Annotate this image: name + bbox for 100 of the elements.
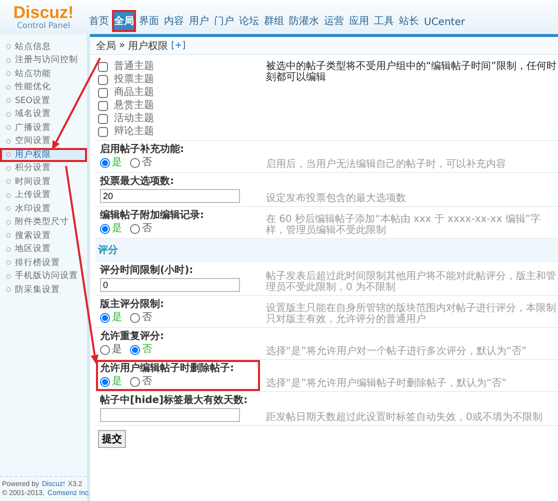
breadcrumb-item: 全局 xyxy=(96,40,116,52)
setting-title: 投票最大选项数: xyxy=(100,176,175,188)
setting-description: 在 60 秒后编辑帖子添加“本帖由 xxx 于 xxxx-xx-xx 编辑”字样，管理员编辑不受此限制 xyxy=(266,214,542,236)
sidebar-item[interactable]: 空间设置 xyxy=(0,134,87,148)
radio-button[interactable] xyxy=(100,313,110,323)
radio-option[interactable]: 否 xyxy=(130,312,152,324)
setting-description: 距发帖日期天数超过此设置时标签自动失效，0或不填为不限制 xyxy=(266,412,544,423)
checkbox-option[interactable]: 普通主题 xyxy=(98,61,258,73)
checkbox[interactable] xyxy=(98,75,108,85)
bullet-icon xyxy=(6,274,11,279)
input-field[interactable] xyxy=(100,408,240,422)
checkbox[interactable] xyxy=(98,114,108,124)
breadcrumb-item: 用户权限 xyxy=(128,40,168,52)
checkbox-option[interactable]: 投票主题 xyxy=(98,74,258,86)
input-field[interactable]: 20 xyxy=(100,189,240,203)
bullet-icon xyxy=(6,84,11,90)
sidebar-item[interactable]: 站点功能 xyxy=(0,67,87,80)
setting-title: 版主评分限制: xyxy=(100,299,165,311)
radio-option[interactable]: 否 xyxy=(130,157,152,169)
bullet-icon xyxy=(6,152,11,158)
bullet-icon xyxy=(6,138,11,144)
bullet-icon xyxy=(6,246,11,252)
sidebar-item[interactable]: 时间设置 xyxy=(0,175,87,188)
nav-tab[interactable]: UCenter xyxy=(422,13,467,32)
bullet-icon xyxy=(6,179,11,184)
bullet-icon xyxy=(6,58,11,63)
sidebar-item[interactable]: 注册与访问控制 xyxy=(0,54,87,67)
nav-tab[interactable]: 门户 xyxy=(212,10,236,32)
sidebar-item[interactable]: 广播设置 xyxy=(0,121,87,134)
bullet-icon xyxy=(6,233,11,238)
bullet-icon xyxy=(6,166,11,171)
checkbox-option[interactable]: 商品主题 xyxy=(98,87,258,99)
setting-description: 选择“是”将允许用户编辑帖子时删除帖子，默认为“否” xyxy=(266,378,508,389)
nav-tab[interactable]: 防灌水 xyxy=(287,10,321,32)
radio-button[interactable] xyxy=(130,224,140,234)
radio-option[interactable]: 否 xyxy=(130,376,152,388)
setting-description: 设置版主只能在自身所管辖的版块范围内对帖子进行评分，本限制只对版主有效，允许评分的普通用户 xyxy=(266,303,557,325)
radio-button[interactable] xyxy=(100,158,110,168)
sidebar-item[interactable]: 防采集设置 xyxy=(0,283,87,296)
radio-button[interactable] xyxy=(130,158,140,168)
checkbox[interactable] xyxy=(98,62,108,72)
radio-button[interactable] xyxy=(100,345,110,355)
sidebar-item[interactable]: SEO设置 xyxy=(0,94,87,108)
radio-button[interactable] xyxy=(130,377,140,387)
nav-tab[interactable]: 全局 xyxy=(112,10,136,32)
nav-tab[interactable]: 应用 xyxy=(347,10,371,32)
setting-description: 被选中的帖子类型将不受用户组中的“编辑帖子时间”限制，任何时刻都可以编辑 xyxy=(266,61,558,83)
setting-title: 启用帖子补充功能: xyxy=(100,144,185,156)
checkbox[interactable] xyxy=(98,101,108,111)
nav-tab[interactable]: 首页 xyxy=(87,10,111,32)
bullet-icon xyxy=(6,125,11,130)
radio-button[interactable] xyxy=(100,224,110,234)
nav-tab[interactable]: 工具 xyxy=(372,10,396,32)
nav-tab[interactable]: 内容 xyxy=(162,10,186,32)
radio-button[interactable] xyxy=(130,345,140,355)
sidebar-item[interactable]: 站点信息 xyxy=(0,40,87,54)
checkbox[interactable] xyxy=(98,127,108,137)
sidebar-item[interactable]: 手机版访问设置 xyxy=(0,270,87,283)
setting-description: 帖子发表后超过此时间限制其他用户将不能对此帖评分，版主和管理员不受此限制，0 为不限制 xyxy=(266,271,557,293)
checkbox[interactable] xyxy=(98,88,108,98)
sidebar-item[interactable]: 性能优化 xyxy=(0,80,87,94)
bullet-icon xyxy=(6,44,11,50)
submit-button[interactable]: 提交 xyxy=(98,430,126,448)
bullet-icon xyxy=(6,260,11,266)
nav-tab[interactable]: 运营 xyxy=(322,10,346,32)
input-field[interactable]: 0 xyxy=(100,278,240,292)
bullet-icon xyxy=(6,206,11,212)
setting-title: 允许重复评分: xyxy=(100,331,165,343)
checkbox-option[interactable]: 辩论主题 xyxy=(98,126,258,138)
radio-button[interactable] xyxy=(100,377,110,387)
setting-title: 编辑帖子附加编辑记录: xyxy=(100,210,205,222)
sidebar-item[interactable]: 上传设置 xyxy=(0,188,87,202)
nav-tab[interactable]: 用户 xyxy=(187,10,211,32)
section-header: 评分 xyxy=(95,239,558,262)
setting-description: 选择“是”将允许用户对一个帖子进行多次评分，默认为“否” xyxy=(266,346,528,357)
nav-tab[interactable]: 群组 xyxy=(262,10,286,32)
logo-title: Discuz! xyxy=(13,4,74,21)
radio-button[interactable] xyxy=(130,313,140,323)
nav-tab[interactable]: 界面 xyxy=(137,10,161,32)
add-link[interactable]: [+] xyxy=(171,40,186,50)
sidebar-item[interactable]: 地区设置 xyxy=(0,242,87,256)
radio-option[interactable]: 否 xyxy=(130,223,152,235)
bullet-icon xyxy=(6,192,11,198)
sidebar-item[interactable]: 排行榜设置 xyxy=(0,256,87,270)
checkbox-option[interactable]: 悬赏主题 xyxy=(98,100,258,112)
sidebar-item[interactable]: 附件类型尺寸 xyxy=(0,216,87,229)
sidebar-item[interactable]: 水印设置 xyxy=(0,202,87,216)
sidebar-item[interactable]: 用户权限 xyxy=(0,148,87,162)
sidebar-item[interactable]: 搜索设置 xyxy=(0,229,87,242)
sidebar-item[interactable]: 域名设置 xyxy=(0,108,87,121)
bullet-icon xyxy=(6,71,11,76)
setting-description: 设定发布投票包含的最大选项数 xyxy=(266,193,407,204)
bullet-icon xyxy=(6,287,11,292)
checkbox-option[interactable]: 活动主题 xyxy=(98,113,258,125)
setting-description: 启用后，当用户无法编辑自己的帖子时，可以补充内容 xyxy=(266,159,507,170)
nav-tab[interactable]: 站长 xyxy=(397,10,421,32)
sidebar-item[interactable]: 积分设置 xyxy=(0,162,87,175)
nav-tab[interactable]: 论坛 xyxy=(237,10,261,32)
setting-title: 评分时间限制(小时): xyxy=(100,265,194,277)
radio-option[interactable]: 是 xyxy=(100,344,122,356)
